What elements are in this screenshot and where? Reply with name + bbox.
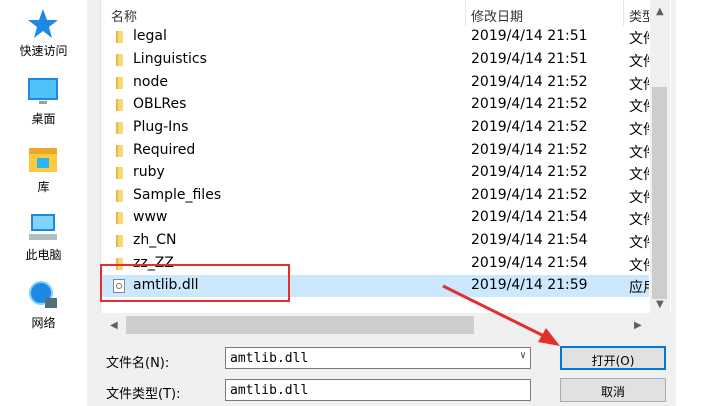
highlight-box <box>100 264 290 302</box>
file-name: Sample_files <box>133 187 222 203</box>
nav-network-label: 网络 <box>31 316 56 330</box>
filename-label: 文件名(N): <box>106 356 170 371</box>
file-row-plug-ins[interactable]: Plug-Ins 2019/4/14 21:52 文件夹 <box>101 117 649 139</box>
library-icon <box>29 148 57 172</box>
file-row-linguistics[interactable]: Linguistics 2019/4/14 21:51 文件夹 <box>101 49 649 71</box>
file-row-www[interactable]: www 2019/4/14 21:54 文件夹 <box>101 207 649 229</box>
nav-quick-access[interactable]: 快速访问 <box>0 6 87 62</box>
file-type: 文件夹 <box>629 54 649 70</box>
cancel-button[interactable]: 取消 <box>560 378 666 402</box>
file-row-required[interactable]: Required 2019/4/14 21:52 文件夹 <box>101 140 649 162</box>
file-type: 文件夹 <box>629 235 649 251</box>
folder-icon <box>116 145 123 157</box>
star-icon <box>28 9 58 38</box>
column-name[interactable]: 名称 <box>111 6 137 25</box>
file-name: www <box>133 209 168 225</box>
nav-this-pc[interactable]: 此电脑 <box>0 210 87 266</box>
nav-desktop-label: 桌面 <box>31 112 56 126</box>
filename-value: amtlib.dll <box>230 351 309 366</box>
file-date: 2019/4/14 21:52 <box>471 74 588 90</box>
file-date: 2019/4/14 21:54 <box>471 209 588 225</box>
file-name: Plug-Ins <box>133 119 189 135</box>
scroll-up-icon[interactable]: ▲ <box>656 6 664 17</box>
file-type: 应用程序扩展 <box>629 280 649 296</box>
file-date: 2019/4/14 21:52 <box>471 96 588 112</box>
file-name: zh_CN <box>133 232 177 248</box>
background-window-edge <box>676 0 703 406</box>
file-date: 2019/4/14 21:51 <box>471 28 588 44</box>
filetype-value: amtlib.dll <box>230 383 309 398</box>
scroll-down-icon[interactable]: ▼ <box>656 299 664 310</box>
file-name: legal <box>133 28 167 44</box>
column-separator[interactable] <box>465 0 466 26</box>
file-date: 2019/4/14 21:52 <box>471 187 588 203</box>
nav-library-label: 库 <box>37 180 50 194</box>
folder-icon <box>116 167 123 179</box>
folder-icon <box>116 77 123 89</box>
file-row-zh-cn[interactable]: zh_CN 2019/4/14 21:54 文件夹 <box>101 230 649 252</box>
file-name: Linguistics <box>133 51 207 67</box>
nav-network[interactable]: 网络 <box>0 278 87 334</box>
desktop-icon <box>28 78 58 104</box>
folder-icon <box>116 122 123 134</box>
file-type: 文件夹 <box>629 31 649 47</box>
file-type: 文件夹 <box>629 212 649 228</box>
file-type: 文件夹 <box>629 167 649 183</box>
nav-this-pc-label: 此电脑 <box>25 248 62 262</box>
filetype-label: 文件类型(T): <box>106 387 181 402</box>
file-name: node <box>133 74 168 90</box>
network-icon <box>29 281 57 308</box>
file-name: OBLRes <box>133 96 187 112</box>
file-row-node[interactable]: node 2019/4/14 21:52 文件夹 <box>101 72 649 94</box>
file-date: 2019/4/14 21:54 <box>471 232 588 248</box>
chevron-down-icon[interactable]: ∨ <box>520 350 526 361</box>
folder-icon <box>116 190 123 202</box>
scroll-left-icon[interactable]: ◀ <box>110 320 118 331</box>
file-type: 文件夹 <box>629 258 649 274</box>
nav-quick-access-label: 快速访问 <box>19 44 68 58</box>
sort-up-icon: ^ <box>281 0 290 7</box>
nav-library[interactable]: 库 <box>0 142 87 198</box>
file-row-legal[interactable]: legal 2019/4/14 21:51 文件夹 <box>101 26 649 48</box>
column-header: 名称 ^ 修改日期 类型 <box>101 0 671 26</box>
file-type: 文件夹 <box>629 190 649 206</box>
file-date: 2019/4/14 21:54 <box>471 255 588 271</box>
open-button[interactable]: 打开(O) <box>560 346 666 370</box>
folder-icon <box>116 31 123 43</box>
file-date: 2019/4/14 21:59 <box>471 277 588 293</box>
column-date[interactable]: 修改日期 <box>471 6 523 25</box>
column-separator[interactable] <box>623 0 624 26</box>
file-row-ruby[interactable]: ruby 2019/4/14 21:52 文件夹 <box>101 162 649 184</box>
file-date: 2019/4/14 21:52 <box>471 142 588 158</box>
file-type: 文件夹 <box>629 99 649 115</box>
file-date: 2019/4/14 21:51 <box>471 51 588 67</box>
computer-icon <box>29 214 57 240</box>
folder-icon <box>116 235 123 247</box>
horizontal-scroll-thumb[interactable] <box>126 316 474 334</box>
file-type: 文件夹 <box>629 145 649 161</box>
folder-icon <box>116 54 123 66</box>
file-type: 文件夹 <box>629 77 649 93</box>
file-date: 2019/4/14 21:52 <box>471 119 588 135</box>
file-name: Required <box>133 142 196 158</box>
folder-icon <box>116 99 123 111</box>
file-row-oblres[interactable]: OBLRes 2019/4/14 21:52 文件夹 <box>101 94 649 116</box>
filetype-select[interactable]: amtlib.dll <box>225 379 531 401</box>
file-date: 2019/4/14 21:52 <box>471 164 588 180</box>
scroll-right-icon[interactable]: ▶ <box>634 320 642 331</box>
file-type: 文件夹 <box>629 122 649 138</box>
navigation-pane: 快速访问 桌面 库 此电脑 网络 <box>0 0 87 406</box>
file-row-sample-files[interactable]: Sample_files 2019/4/14 21:52 文件夹 <box>101 185 649 207</box>
column-type[interactable]: 类型 <box>629 6 649 25</box>
filename-input[interactable]: amtlib.dll ∨ <box>225 347 531 369</box>
nav-desktop[interactable]: 桌面 <box>0 74 87 130</box>
file-name: ruby <box>133 164 165 180</box>
folder-icon <box>116 212 123 224</box>
vertical-scroll-thumb[interactable] <box>652 87 667 299</box>
